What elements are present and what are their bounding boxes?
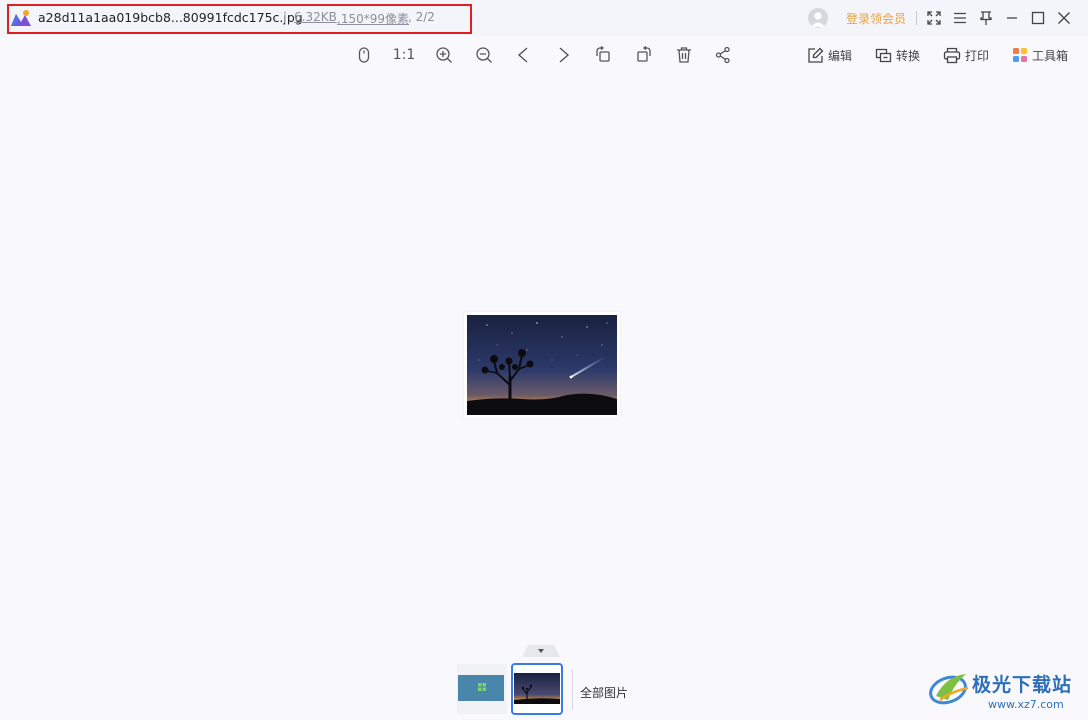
menu-icon [954, 12, 966, 24]
user-icon[interactable] [808, 8, 828, 28]
toolbox-icon [1013, 48, 1027, 62]
main-image[interactable] [464, 312, 620, 418]
pin-button[interactable] [974, 6, 998, 30]
rotate-left-button[interactable] [590, 42, 616, 68]
login-vip-link[interactable]: 登录领会员 [846, 10, 906, 27]
watermark-text: 极光下载站 [972, 674, 1073, 696]
previous-button[interactable] [510, 42, 536, 68]
next-icon [559, 47, 570, 63]
delete-button[interactable] [671, 42, 697, 68]
zoom-out-button[interactable] [471, 42, 497, 68]
convert-icon [875, 48, 892, 62]
actual-size-label: 1:1 [392, 47, 416, 63]
share-button[interactable] [710, 42, 736, 68]
toolbox-button[interactable]: 工具箱 [1012, 44, 1068, 66]
mouse-mode-button[interactable] [351, 42, 377, 68]
night-sky-photo [467, 315, 617, 415]
mouse-icon [358, 47, 370, 63]
minimize-icon [1007, 17, 1017, 19]
print-button[interactable]: 打印 [943, 44, 989, 66]
delete-icon [677, 47, 691, 63]
close-button[interactable] [1052, 6, 1076, 30]
watermark-logo [929, 674, 969, 705]
divider [572, 670, 573, 710]
rotate-right-button[interactable] [631, 42, 657, 68]
rotate-right-icon [637, 46, 651, 62]
maximize-icon [1031, 11, 1045, 25]
close-icon [1058, 12, 1070, 24]
zoom-in-icon [436, 47, 452, 63]
print-label: 打印 [965, 48, 990, 63]
thumbnail-2[interactable] [511, 663, 563, 715]
convert-label: 转换 [896, 48, 921, 63]
prev-icon [517, 47, 528, 63]
pin-icon [980, 11, 992, 25]
zoom-in-button[interactable] [431, 42, 457, 68]
thumbnail-1[interactable] [457, 664, 507, 714]
highlight-box [7, 4, 472, 34]
toolbox-label: 工具箱 [1032, 48, 1069, 63]
fullscreen-icon [927, 11, 941, 25]
zoom-out-icon [476, 47, 492, 63]
all-images-link[interactable]: 全部图片 [580, 684, 628, 701]
minimize-button[interactable] [1000, 6, 1024, 30]
divider [916, 11, 917, 25]
convert-button[interactable]: 转换 [875, 44, 920, 66]
menu-button[interactable] [948, 6, 972, 30]
share-icon [715, 46, 730, 64]
edit-button[interactable]: 编辑 [807, 44, 852, 66]
edit-label: 编辑 [828, 48, 853, 63]
edit-icon [808, 47, 824, 63]
fullscreen-button[interactable] [922, 6, 946, 30]
rotate-left-icon [596, 46, 610, 62]
next-button[interactable] [551, 42, 577, 68]
maximize-button[interactable] [1026, 6, 1050, 30]
print-icon [943, 47, 961, 63]
actual-size-button[interactable]: 1:1 [390, 42, 418, 68]
filmstrip-toggle[interactable] [522, 645, 560, 657]
watermark-url: www.xz7.com [988, 698, 1064, 711]
